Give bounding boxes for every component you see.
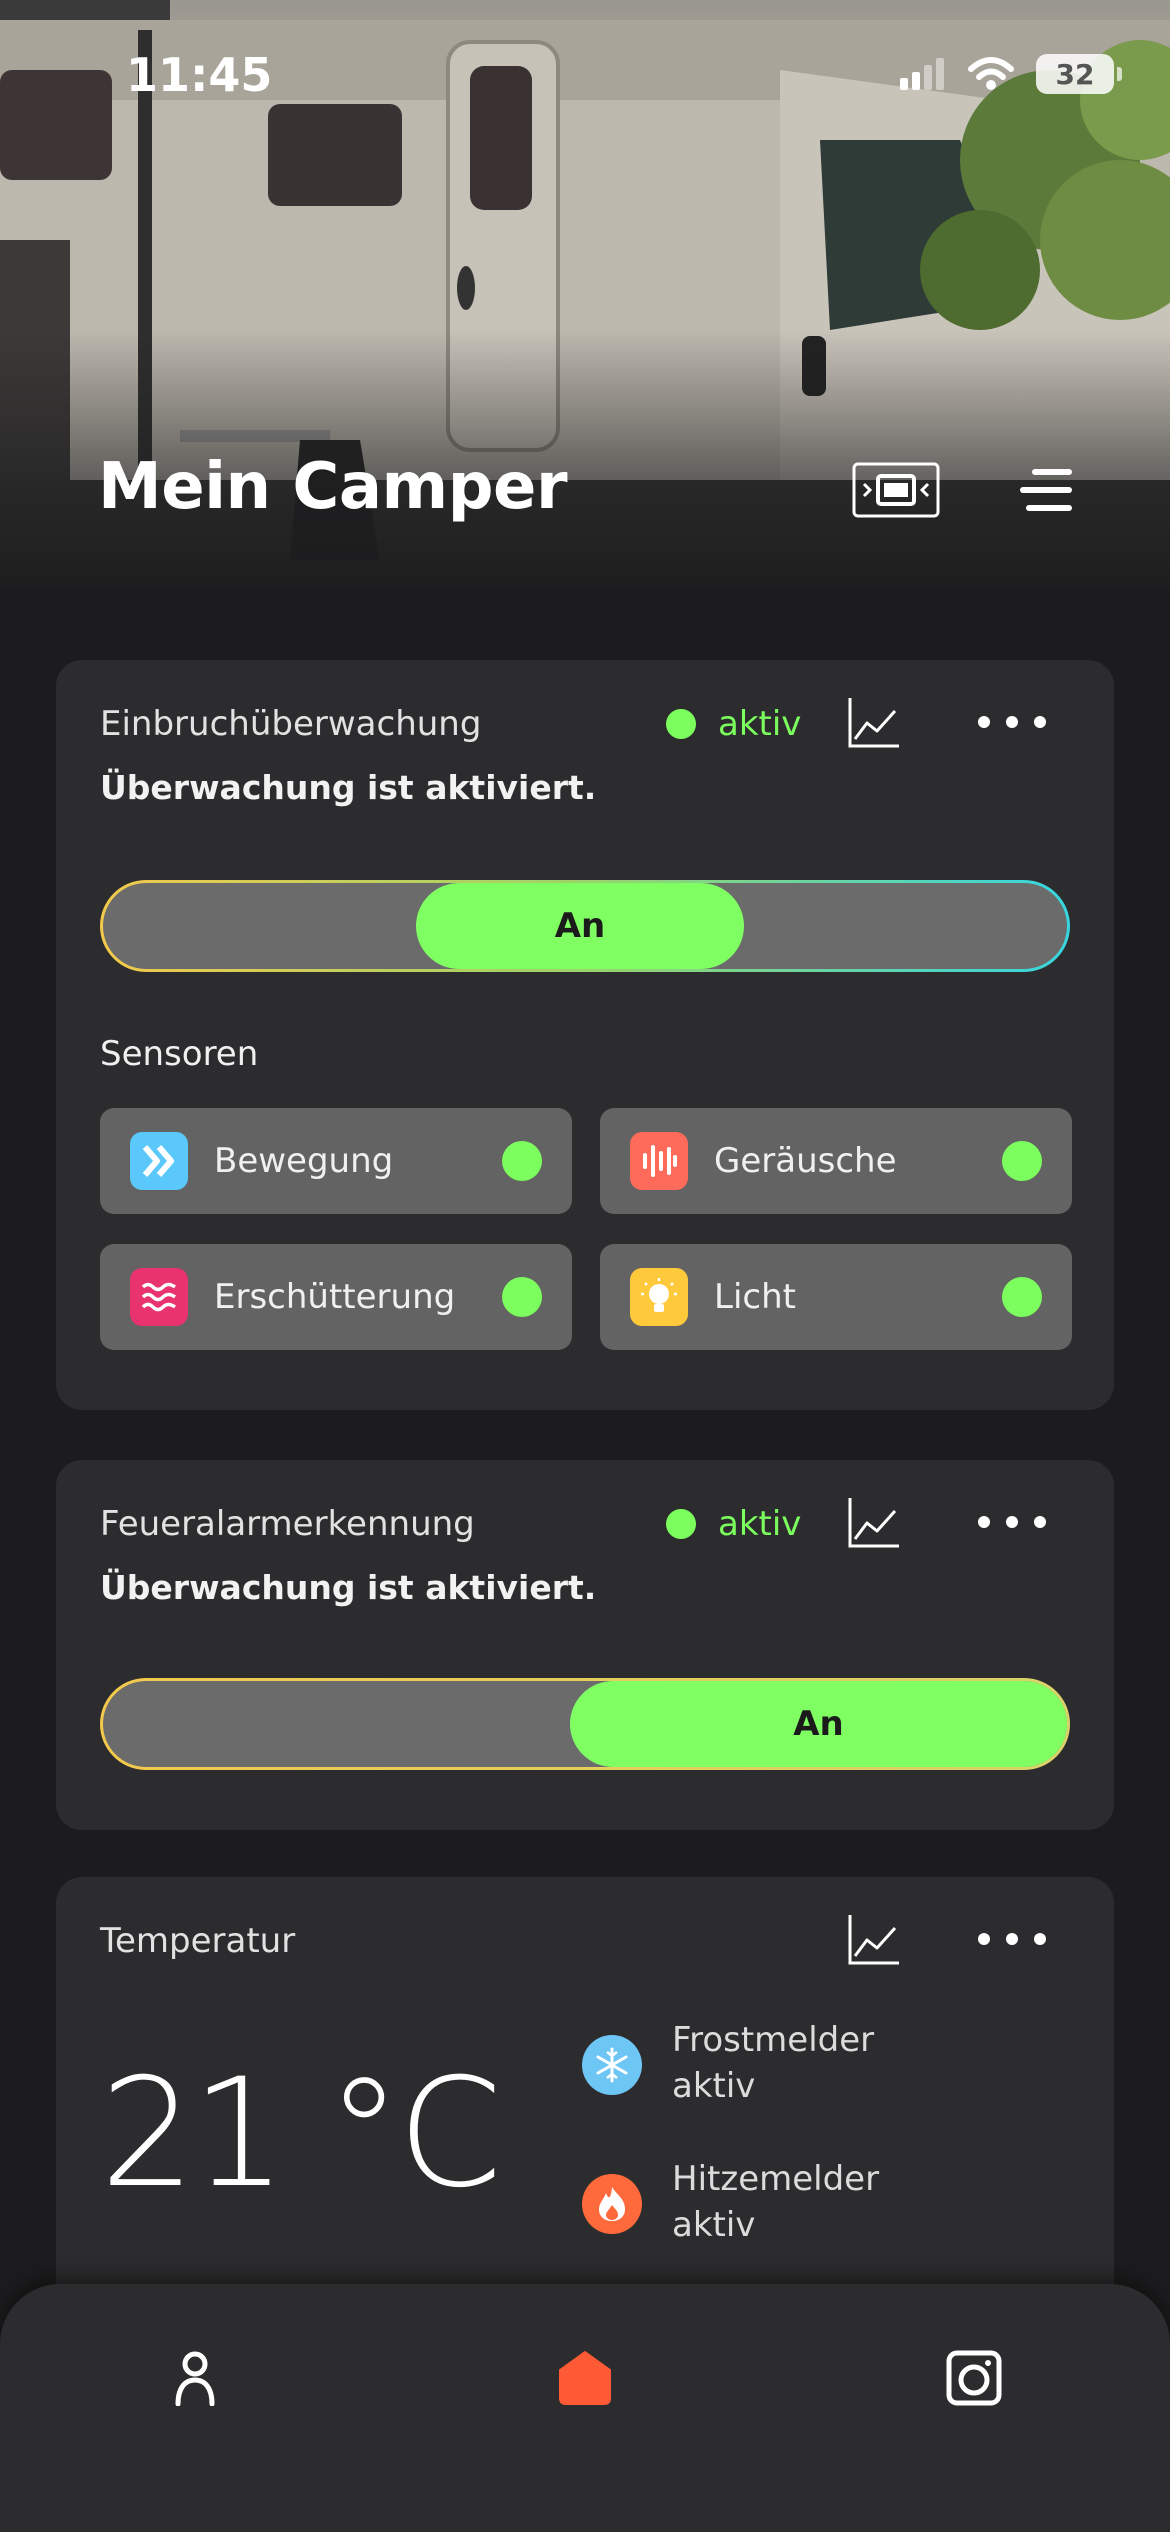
snowflake-icon	[582, 2035, 642, 2095]
alarm-status: aktiv	[672, 2205, 756, 2245]
card-title: Feueralarmerkennung	[100, 1504, 475, 1544]
toggle-knob: An	[416, 883, 744, 969]
more-horizontal-icon	[978, 716, 1046, 728]
bottom-navigation	[0, 2284, 1170, 2532]
page-title: Mein Camper	[98, 450, 568, 524]
chart-button[interactable]	[844, 1492, 904, 1552]
sensor-motion[interactable]: Bewegung	[100, 1108, 572, 1214]
alarm-label: Frostmelder	[672, 2020, 875, 2060]
menu-icon	[1020, 469, 1072, 511]
alarm-status: aktiv	[672, 2066, 756, 2106]
card-subtitle: Überwachung ist aktiviert.	[100, 1568, 597, 1607]
sensor-label: Erschütterung	[214, 1277, 456, 1317]
sensor-status-dot	[1002, 1277, 1042, 1317]
sensor-light[interactable]: Licht	[600, 1244, 1072, 1350]
toggle-knob: An	[570, 1681, 1067, 1767]
sensor-sound[interactable]: Geräusche	[600, 1108, 1072, 1214]
battery-indicator: 32	[1036, 54, 1122, 94]
nav-home[interactable]	[545, 2338, 625, 2418]
view-mode-button[interactable]	[852, 462, 940, 518]
sound-icon	[630, 1132, 688, 1190]
temperature-card: Temperatur 21 °C Frostmelder aktiv Hitze…	[56, 1877, 1114, 2337]
sensor-vibration[interactable]: Erschütterung	[100, 1244, 572, 1350]
camera-view-icon	[852, 462, 940, 518]
status-icons: 32	[900, 54, 1122, 94]
vibration-icon	[130, 1268, 188, 1326]
temperature-value: 21 °C	[100, 2047, 502, 2221]
more-options-button[interactable]	[966, 692, 1058, 752]
chart-button[interactable]	[844, 1909, 904, 1969]
sensor-status-dot	[502, 1141, 542, 1181]
profile-icon	[175, 2351, 215, 2406]
more-horizontal-icon	[978, 1933, 1046, 1945]
alarm-label: Hitzemelder	[672, 2159, 880, 2199]
sensors-heading: Sensoren	[100, 1034, 259, 1074]
motion-icon	[130, 1132, 188, 1190]
card-subtitle: Überwachung ist aktiviert.	[100, 768, 597, 807]
more-options-button[interactable]	[966, 1492, 1058, 1552]
wifi-icon	[968, 57, 1014, 90]
home-icon	[559, 2351, 611, 2405]
nav-camera[interactable]	[934, 2338, 1014, 2418]
line-chart-icon	[848, 1498, 899, 1548]
card-title: Einbruchüberwachung	[100, 704, 482, 744]
more-options-button[interactable]	[966, 1909, 1058, 1969]
status-dot	[666, 709, 696, 739]
menu-button[interactable]	[1010, 462, 1082, 518]
intrusion-toggle[interactable]: An	[100, 880, 1070, 972]
sensor-label: Bewegung	[214, 1141, 394, 1181]
sensor-status-dot	[1002, 1141, 1042, 1181]
flame-icon	[582, 2174, 642, 2234]
camera-icon	[946, 2350, 1002, 2406]
chart-button[interactable]	[844, 692, 904, 752]
line-chart-icon	[848, 1915, 899, 1965]
more-horizontal-icon	[978, 1516, 1046, 1528]
status-indicator: aktiv	[666, 1504, 801, 1544]
heat-alarm: Hitzemelder aktiv	[582, 2156, 879, 2248]
status-indicator: aktiv	[666, 704, 801, 744]
status-text: aktiv	[718, 1504, 802, 1544]
status-text: aktiv	[718, 704, 802, 744]
light-bulb-icon	[630, 1268, 688, 1326]
sensor-label: Licht	[714, 1277, 796, 1317]
frost-alarm: Frostmelder aktiv	[582, 2017, 874, 2109]
signal-icon	[900, 58, 944, 90]
fire-toggle[interactable]: An	[100, 1678, 1070, 1770]
status-dot	[666, 1509, 696, 1539]
nav-profile[interactable]	[155, 2338, 235, 2418]
fire-card: Feueralarmerkennung aktiv Überwachung is…	[56, 1460, 1114, 1830]
intrusion-card: Einbruchüberwachung aktiv Überwachung is…	[56, 660, 1114, 1410]
line-chart-icon	[848, 698, 899, 748]
sensor-status-dot	[502, 1277, 542, 1317]
sensor-label: Geräusche	[714, 1141, 897, 1181]
card-title: Temperatur	[100, 1921, 296, 1961]
status-time: 11:45	[126, 48, 273, 102]
